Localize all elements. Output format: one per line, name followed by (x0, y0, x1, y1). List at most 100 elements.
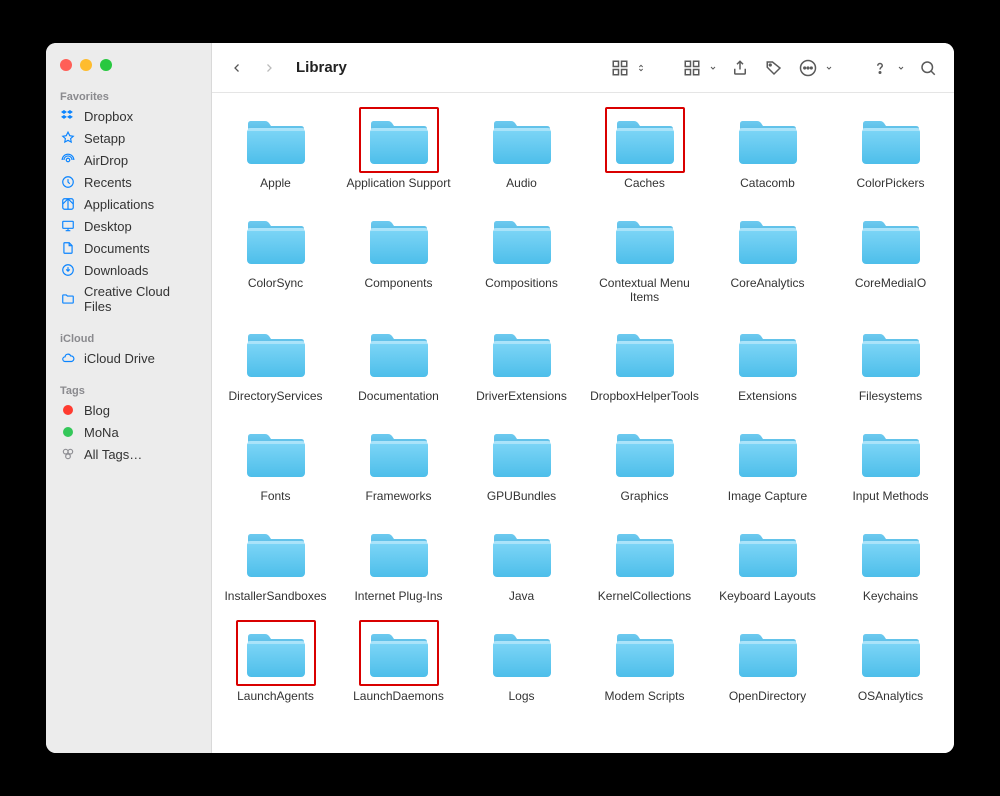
folder-item[interactable]: Frameworks (339, 414, 458, 506)
folder-item[interactable]: DirectoryServices (216, 314, 335, 406)
icon-view-icon (608, 56, 632, 80)
folder-item[interactable]: KernelCollections (585, 514, 704, 606)
folder-item[interactable]: Audio (462, 101, 581, 193)
folder-label: Graphics (620, 490, 668, 504)
folder-item[interactable]: Filesystems (831, 314, 950, 406)
sidebar-item-applications[interactable]: Applications (46, 193, 211, 215)
dropbox-icon (60, 108, 76, 124)
sidebar-item-label: Recents (84, 175, 132, 190)
search-button[interactable] (916, 56, 940, 80)
folder-icon (359, 107, 439, 173)
folder-item[interactable]: Compositions (462, 201, 581, 307)
folder-item[interactable]: Documentation (339, 314, 458, 406)
folder-item[interactable]: Contextual Menu Items (585, 201, 704, 307)
folder-label: Documentation (358, 390, 439, 404)
folder-item[interactable]: GPUBundles (462, 414, 581, 506)
sidebar-item-label: Applications (84, 197, 154, 212)
folder-item[interactable]: ColorPickers (831, 101, 950, 193)
folder-label: OSAnalytics (858, 690, 923, 704)
share-button[interactable] (728, 56, 752, 80)
folder-icon (605, 320, 685, 386)
action-menu-button[interactable] (796, 56, 834, 80)
zoom-window-button[interactable] (100, 59, 112, 71)
sidebar-item-label: MoNa (84, 425, 119, 440)
sidebar-item-recents[interactable]: Recents (46, 171, 211, 193)
folder-item[interactable]: LaunchAgents (216, 614, 335, 706)
folder-label: Application Support (346, 177, 450, 191)
folder-label: Modem Scripts (604, 690, 684, 704)
folder-item[interactable]: Keychains (831, 514, 950, 606)
nav-back-button[interactable] (226, 54, 248, 82)
folder-label: OpenDirectory (729, 690, 806, 704)
folder-icon (851, 320, 931, 386)
folder-icon (359, 320, 439, 386)
folder-icon (605, 420, 685, 486)
folder-item[interactable]: OSAnalytics (831, 614, 950, 706)
folder-item[interactable]: Modem Scripts (585, 614, 704, 706)
sidebar-tag-mona[interactable]: MoNa (46, 421, 211, 443)
folder-item[interactable]: Internet Plug-Ins (339, 514, 458, 606)
finder-window: Favorites Dropbox Setapp AirDrop Recents… (46, 43, 954, 753)
folder-item[interactable]: Extensions (708, 314, 827, 406)
folder-label: Extensions (738, 390, 797, 404)
folder-item[interactable]: Logs (462, 614, 581, 706)
sidebar-item-label: Setapp (84, 131, 125, 146)
folder-item[interactable]: OpenDirectory (708, 614, 827, 706)
sidebar-all-tags[interactable]: All Tags… (46, 443, 211, 465)
folder-item[interactable]: Caches (585, 101, 704, 193)
folder-item[interactable]: InstallerSandboxes (216, 514, 335, 606)
help-button[interactable] (868, 56, 906, 80)
folder-item[interactable]: Catacomb (708, 101, 827, 193)
icon-grid-scroll[interactable]: Apple Application Support AudioCachesCatac… (212, 93, 954, 753)
folder-icon (728, 520, 808, 586)
folder-icon (236, 420, 316, 486)
folder-icon (236, 320, 316, 386)
sidebar-item-documents[interactable]: Documents (46, 237, 211, 259)
sidebar-item-creative-cloud[interactable]: Creative Cloud Files (46, 281, 211, 317)
folder-item[interactable]: DropboxHelperTools (585, 314, 704, 406)
folder-icon (359, 520, 439, 586)
folder-item[interactable]: CoreAnalytics (708, 201, 827, 307)
chevron-up-down-icon (636, 56, 646, 80)
folder-item[interactable]: LaunchDaemons (339, 614, 458, 706)
sidebar-item-icloud-drive[interactable]: iCloud Drive (46, 347, 211, 369)
chevron-down-icon (896, 56, 906, 80)
folder-label: DirectoryServices (228, 390, 322, 404)
folder-item[interactable]: Java (462, 514, 581, 606)
setapp-icon (60, 130, 76, 146)
folder-item[interactable]: Input Methods (831, 414, 950, 506)
folder-item[interactable]: ColorSync (216, 201, 335, 307)
sidebar-item-airdrop[interactable]: AirDrop (46, 149, 211, 171)
minimize-window-button[interactable] (80, 59, 92, 71)
sidebar-item-setapp[interactable]: Setapp (46, 127, 211, 149)
folder-item[interactable]: Image Capture (708, 414, 827, 506)
tags-button[interactable] (762, 56, 786, 80)
folder-label: LaunchDaemons (353, 690, 444, 704)
sidebar-tag-blog[interactable]: Blog (46, 399, 211, 421)
folder-item[interactable]: CoreMediaIO (831, 201, 950, 307)
folder-item[interactable]: Components (339, 201, 458, 307)
folder-icon (482, 320, 562, 386)
applications-icon (60, 196, 76, 212)
folder-label: Input Methods (852, 490, 928, 504)
folder-item[interactable]: Keyboard Layouts (708, 514, 827, 606)
folder-item[interactable]: Application Support (339, 101, 458, 193)
alltags-icon (60, 446, 76, 462)
sidebar-item-downloads[interactable]: Downloads (46, 259, 211, 281)
close-window-button[interactable] (60, 59, 72, 71)
sidebar-item-desktop[interactable]: Desktop (46, 215, 211, 237)
folder-grid: Apple Application Support AudioCachesCatac… (216, 101, 950, 706)
folder-label: Image Capture (728, 490, 807, 504)
folder-icon (236, 107, 316, 173)
sidebar-section-icloud: iCloud (46, 327, 211, 347)
sidebar-section-favorites: Favorites (46, 85, 211, 105)
folder-item[interactable]: Graphics (585, 414, 704, 506)
chevron-down-icon (708, 56, 718, 80)
sidebar-item-dropbox[interactable]: Dropbox (46, 105, 211, 127)
folder-item[interactable]: DriverExtensions (462, 314, 581, 406)
folder-item[interactable]: Fonts (216, 414, 335, 506)
group-by-button[interactable] (680, 56, 718, 80)
nav-forward-button[interactable] (258, 54, 280, 82)
view-icon-button[interactable] (608, 56, 646, 80)
folder-item[interactable]: Apple (216, 101, 335, 193)
